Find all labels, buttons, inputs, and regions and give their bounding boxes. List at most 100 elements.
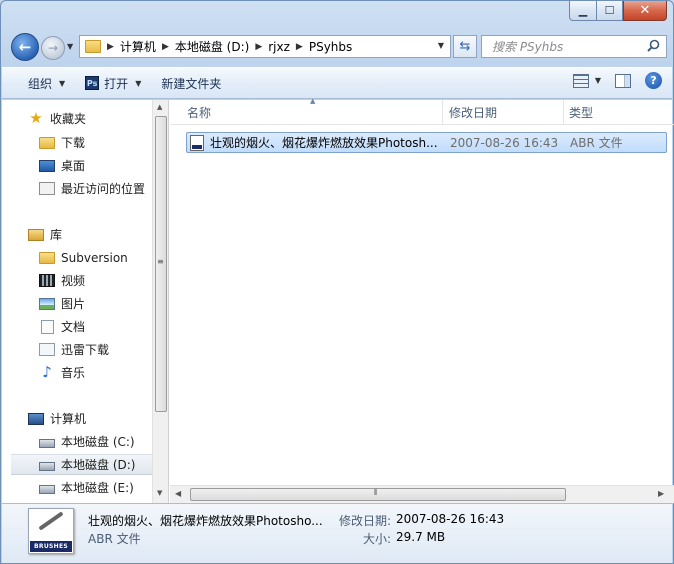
video-icon [39,274,55,287]
scroll-up-icon[interactable]: ▲ [157,103,162,111]
column-date-modified[interactable]: 修改日期 [443,100,564,125]
chevron-right-icon[interactable]: ▶ [107,42,114,52]
subversion-folder-icon [39,251,55,264]
details-modified-label: 修改日期: [339,514,392,528]
breadcrumb-drive-d[interactable]: 本地磁盘 (D:) [175,38,249,55]
nav-item-desktop[interactable]: 桌面 [39,155,152,176]
caption-buttons: ▁ ☐ ✕ [569,1,667,21]
nav-item-label: 最近访问的位置 [61,182,146,196]
open-label: 打开 [104,76,129,91]
navigation-scrollbar[interactable]: ▲ ≡ ▼ [152,100,169,503]
nav-item-label: 音乐 [61,366,86,380]
nav-libraries-label: 库 [50,228,63,242]
hard-drive-icon [39,439,55,448]
scrollbar-grip-icon: ⦀ [374,488,378,497]
breadcrumb-psyhbs[interactable]: PSyhbs [309,40,352,54]
photoshop-icon: Ps [85,76,100,90]
nav-item-label: 图片 [61,297,86,311]
scroll-left-icon[interactable]: ◀ [175,489,181,498]
file-name: 壮观的烟火、烟花爆炸燃放效果Photosh... [210,136,438,150]
nav-computer-label: 计算机 [50,412,87,426]
libraries-icon [28,228,44,241]
maximize-button[interactable]: ☐ [596,1,623,21]
nav-libraries[interactable]: 库 [28,224,152,245]
scrollbar-thumb[interactable] [190,488,566,501]
organize-label: 组织 [28,76,53,91]
recent-pages-dropdown-icon[interactable]: ▼ [67,42,73,51]
search-box[interactable]: 搜索 PSyhbs [481,35,667,58]
horizontal-scrollbar[interactable]: ◀ ⦀ ▶ [170,485,674,503]
minimize-button[interactable]: ▁ [569,1,596,21]
breadcrumb-computer[interactable]: 计算机 [120,38,156,55]
folder-icon [85,40,101,53]
address-dropdown-icon[interactable]: ▼ [438,41,444,50]
nav-item-music[interactable]: ♪ 音乐 [39,362,152,383]
command-bar: 组织 ▼ Ps 打开 ▼ 新建文件夹 ▼ ? [2,67,672,99]
navigation-pane: ★ 收藏夹 下载 桌面 最近访问的位置 库 Subversion 视频 图片 文… [2,100,152,503]
breadcrumb-rjxz[interactable]: rjxz [268,40,290,54]
xunlei-downloads-icon [39,343,55,356]
computer-icon [28,412,44,425]
address-bar[interactable]: ▶ 计算机 ▶ 本地磁盘 (D:) ▶ rjxz ▶ PSyhbs ▼ [79,35,451,58]
view-controls: ▼ ? [572,72,662,89]
nav-item-label: 本地磁盘 (E:) [61,481,134,495]
search-input[interactable]: 搜索 PSyhbs [492,38,563,55]
new-folder-label: 新建文件夹 [161,76,222,91]
nav-item-label: Subversion [61,250,128,265]
close-button[interactable]: ✕ [623,1,667,21]
new-folder-button[interactable]: 新建文件夹 [151,71,231,95]
scroll-down-icon[interactable]: ▼ [157,489,162,497]
nav-item-label: 本地磁盘 (D:) [61,458,136,472]
nav-computer[interactable]: 计算机 [28,408,152,429]
nav-item-subversion[interactable]: Subversion [39,247,152,268]
details-file-type: ABR 文件 [88,532,141,546]
forward-button[interactable]: → [41,36,65,60]
chevron-right-icon[interactable]: ▶ [162,42,169,52]
documents-icon [41,319,54,334]
nav-item-downloads[interactable]: 下载 [39,132,152,153]
hard-drive-icon [39,485,55,494]
forward-arrow-icon: → [47,41,59,55]
organize-button[interactable]: 组织 ▼ [18,71,75,95]
chevron-down-icon: ▼ [135,78,142,88]
nav-item-label: 本地磁盘 (C:) [61,435,135,449]
column-type[interactable]: 类型 [564,100,674,125]
nav-item-drive-d[interactable]: 本地磁盘 (D:) [11,454,152,475]
chevron-right-icon[interactable]: ▶ [296,42,303,52]
view-dropdown-icon[interactable]: ▼ [595,76,601,85]
nav-item-drive-e[interactable]: 本地磁盘 (E:) [39,477,152,498]
table-row[interactable]: 壮观的烟火、烟花爆炸燃放效果Photosh... 2007-08-26 16:4… [186,132,667,153]
preview-pane-icon[interactable] [615,73,631,88]
view-details-icon[interactable] [572,73,589,88]
nav-item-xunlei-downloads[interactable]: 迅雷下载 [39,339,152,360]
help-icon[interactable]: ? [645,72,662,89]
open-button[interactable]: Ps 打开 ▼ [75,71,151,95]
column-name[interactable]: 名称 [170,100,443,125]
chevron-right-icon[interactable]: ▶ [255,42,262,52]
nav-item-label: 下载 [61,136,86,150]
file-list: ▲ 名称 修改日期 类型 壮观的烟火、烟花爆炸燃放效果Photosh... 20… [170,97,674,503]
nav-item-drive-c[interactable]: 本地磁盘 (C:) [39,431,152,452]
nav-favorites[interactable]: ★ 收藏夹 [28,108,152,129]
nav-item-label: 桌面 [61,159,86,173]
back-button[interactable]: ← [11,33,39,61]
hard-drive-icon [39,462,55,471]
refresh-button[interactable]: ⇆ [453,35,477,58]
nav-item-label: 视频 [61,274,86,288]
star-icon: ★ [29,109,43,127]
details-modified-value: 2007-08-26 16:43 [396,512,505,526]
recent-places-icon [39,182,55,195]
nav-item-documents[interactable]: 文档 [39,316,152,337]
pictures-icon [39,297,55,310]
nav-item-recent-places[interactable]: 最近访问的位置 [39,178,152,199]
nav-item-videos[interactable]: 视频 [39,270,152,291]
nav-item-pictures[interactable]: 图片 [39,293,152,314]
scroll-right-icon[interactable]: ▶ [658,489,664,498]
column-date-label: 修改日期 [449,106,498,120]
search-icon[interactable] [647,39,660,52]
nav-item-label: 迅雷下载 [61,343,110,357]
column-header-row: ▲ 名称 修改日期 类型 [170,97,674,125]
content-area: ★ 收藏夹 下载 桌面 最近访问的位置 库 Subversion 视频 图片 文… [2,97,674,503]
details-size-label: 大小: [363,532,392,546]
nav-item-label: 文档 [61,320,86,334]
